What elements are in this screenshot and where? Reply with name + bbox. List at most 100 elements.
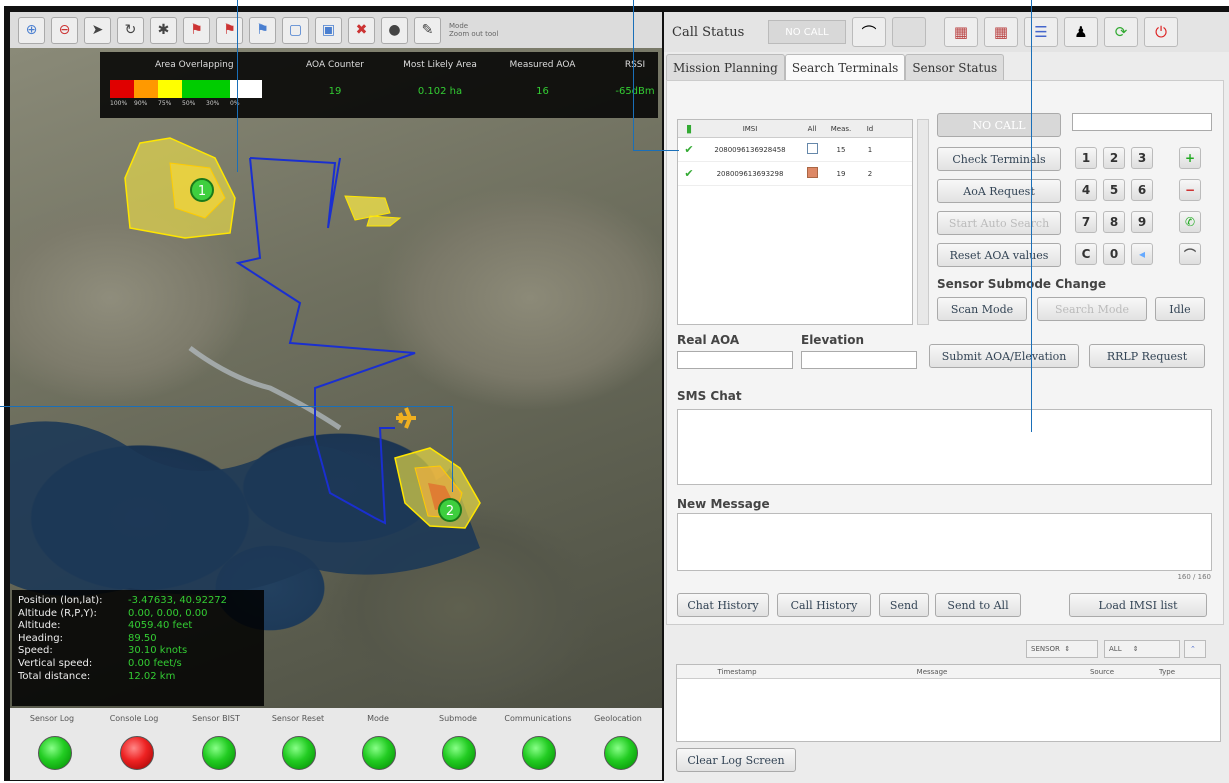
key-8[interactable]: 8 <box>1103 211 1125 233</box>
row-all <box>800 167 824 180</box>
no-call-button[interactable]: NO CALL <box>937 113 1061 137</box>
power-icon[interactable]: ⏻ <box>1144 17 1178 47</box>
list-icon[interactable]: ☰ <box>1024 17 1058 47</box>
key-9[interactable]: 9 <box>1131 211 1153 233</box>
key-7[interactable]: 7 <box>1075 211 1097 233</box>
tab-sensor-status[interactable]: Sensor Status <box>905 54 1005 81</box>
waypoint-blue-icon[interactable]: ⚑ <box>249 16 276 44</box>
call-history-button[interactable]: Call History <box>777 593 871 617</box>
waypoint-icon[interactable]: ⚑ <box>183 16 210 44</box>
callout-line <box>633 0 634 150</box>
send-all-button[interactable]: Send to All <box>935 593 1021 617</box>
status-label-geolocation: Geolocation <box>594 714 642 723</box>
start-auto-search-button[interactable]: Start Auto Search <box>937 211 1061 235</box>
map-toolbar: ⊕ ⊖ ➤ ↻ ✱ ⚑ ⚑ ⚑ ▢ ▣ ✖ ● ✎ Mode Zoom out … <box>10 12 662 48</box>
hangup-key-icon[interactable]: ⌒ <box>1179 243 1201 265</box>
map-red-icon[interactable]: ▦ <box>944 17 978 47</box>
marker-2[interactable]: 2 <box>438 498 462 522</box>
status-bar: Sensor Log Console Log Sensor BIST Senso… <box>10 708 662 780</box>
col-meas: Meas. <box>830 124 852 133</box>
pointer-icon[interactable]: ➤ <box>84 16 111 44</box>
chat-history-button[interactable]: Chat History <box>677 593 769 617</box>
telemetry-row: Altitude (R,P,Y): 0.00, 0.00, 0.00 <box>18 608 264 621</box>
all-checkbox[interactable] <box>806 143 818 154</box>
zoom-out-icon[interactable]: ⊖ <box>51 16 78 44</box>
tab-search-terminals[interactable]: Search Terminals <box>784 54 906 81</box>
check-icon: ✔ <box>684 167 694 180</box>
remove-icon[interactable]: − <box>1179 179 1201 201</box>
record-icon[interactable]: ● <box>381 16 408 44</box>
control-panel: Call Status NO CALL ⌒ ▦ ▦ ☰ ♟ ⟳ ⏻ Missio… <box>664 12 1229 783</box>
most-likely-label: Most Likely Area <box>403 60 477 70</box>
key-0[interactable]: 0 <box>1103 243 1125 265</box>
key-1[interactable]: 1 <box>1075 147 1097 169</box>
send-button[interactable]: Send <box>879 593 929 617</box>
marker-1[interactable]: 1 <box>190 178 214 202</box>
new-message-label: New Message <box>677 497 770 511</box>
legend-swatch-100 <box>110 80 134 98</box>
key-4[interactable]: 4 <box>1075 179 1097 201</box>
dial-input[interactable] <box>1072 113 1212 131</box>
clear-log-button[interactable]: Clear Log Screen <box>676 748 796 772</box>
edit-icon[interactable]: ✎ <box>414 16 441 44</box>
frame-icon[interactable]: ▢ <box>282 16 309 44</box>
users-icon[interactable]: ♟ <box>1064 17 1098 47</box>
map-red2-icon[interactable]: ▦ <box>984 17 1018 47</box>
table-row[interactable]: ✔ 208009613693298 19 2 <box>678 162 912 186</box>
submit-aoa-button[interactable]: Submit AOA/Elevation <box>929 344 1079 368</box>
load-imsi-button[interactable]: Load IMSI list <box>1069 593 1207 617</box>
check-terminals-button[interactable]: Check Terminals <box>937 147 1061 171</box>
aoa-request-button[interactable]: AoA Request <box>937 179 1061 203</box>
idle-button[interactable]: Idle <box>1155 297 1205 321</box>
telemetry-value: 89.50 <box>128 632 157 644</box>
telemetry-key: Heading: <box>18 632 63 644</box>
elevation-input[interactable] <box>801 351 917 369</box>
call-icon[interactable]: ✆ <box>1179 211 1201 233</box>
real-aoa-label: Real AOA <box>677 333 740 347</box>
zoom-in-icon[interactable]: ⊕ <box>18 16 45 44</box>
log-filter-select[interactable]: ALL ⇕ <box>1104 640 1180 658</box>
rrlp-request-button[interactable]: RRLP Request <box>1089 344 1205 368</box>
telemetry-key: Altitude (R,P,Y): <box>18 607 97 619</box>
col-imsi: IMSI <box>742 124 758 133</box>
search-terminals-panel: ▮ IMSI All Meas. Id ✔ 2080096136928458 1… <box>666 80 1224 625</box>
scan-mode-button[interactable]: Scan Mode <box>937 297 1027 321</box>
window-icon[interactable]: ▣ <box>315 16 342 44</box>
key-3[interactable]: 3 <box>1131 147 1153 169</box>
key-c[interactable]: C <box>1075 243 1097 265</box>
search-mode-button[interactable]: Search Mode <box>1037 297 1147 321</box>
hangup-icon[interactable]: ⌒ <box>852 17 886 47</box>
new-message-input[interactable] <box>677 513 1212 571</box>
real-aoa-input[interactable] <box>677 351 793 369</box>
mode-indicator: Mode Zoom out tool <box>449 22 498 38</box>
log-col-source: Source <box>1089 667 1115 676</box>
add-icon[interactable]: + <box>1179 147 1201 169</box>
reset-aoa-button[interactable]: Reset AOA values <box>937 243 1061 267</box>
all-checkbox[interactable] <box>806 167 818 178</box>
telemetry-row: Heading: 89.50 <box>18 633 264 646</box>
rotate-icon[interactable]: ↻ <box>117 16 144 44</box>
log-col-timestamp: Timestamp <box>717 667 757 676</box>
key-5[interactable]: 5 <box>1103 179 1125 201</box>
tab-mission-planning[interactable]: Mission Planning <box>666 54 785 81</box>
collapse-icon[interactable]: ⌃ <box>1184 640 1206 658</box>
settings-icon[interactable]: ✱ <box>150 16 177 44</box>
telemetry-value: 0.00, 0.00, 0.00 <box>128 607 208 619</box>
backspace-icon[interactable]: ◂ <box>1131 243 1153 265</box>
blank-icon[interactable] <box>892 17 926 47</box>
table-row[interactable]: ✔ 2080096136928458 15 1 <box>678 138 912 162</box>
log-source-select[interactable]: SENSOR ⇕ <box>1026 640 1098 658</box>
legend-tick: 75% <box>158 100 172 107</box>
key-6[interactable]: 6 <box>1131 179 1153 201</box>
refresh-icon[interactable]: ⟳ <box>1104 17 1138 47</box>
status-label-sensor-reset: Sensor Reset <box>271 714 325 723</box>
signal-icon: ▮ <box>685 122 693 135</box>
telemetry-key: Position (lon,lat): <box>18 595 103 606</box>
sms-chat-area[interactable] <box>677 409 1212 485</box>
measured-aoa-value: 16 <box>536 86 549 97</box>
col-id: Id <box>866 124 874 133</box>
waypoint-add-icon[interactable]: ⚑ <box>216 16 243 44</box>
table-scrollbar[interactable] <box>917 119 929 325</box>
clear-icon[interactable]: ✖ <box>348 16 375 44</box>
key-2[interactable]: 2 <box>1103 147 1125 169</box>
